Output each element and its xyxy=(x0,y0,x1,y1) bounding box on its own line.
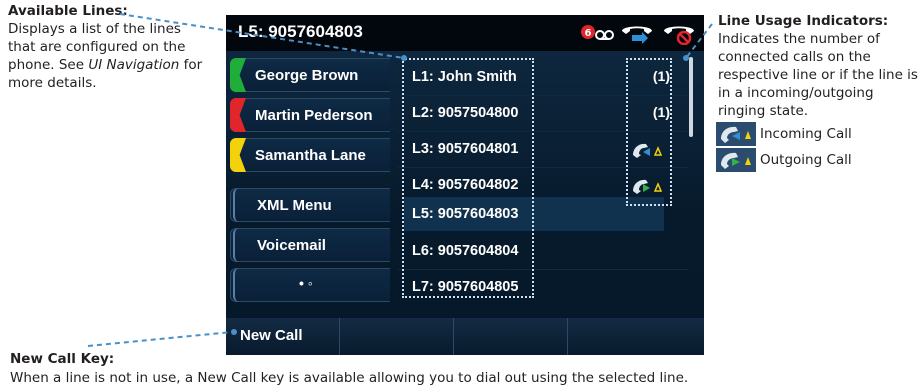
voicemail-icon[interactable]: 6 xyxy=(580,21,614,43)
line-key-label: XML Menu xyxy=(257,197,332,214)
new-call-key-title: New Call Key: xyxy=(10,351,115,367)
key-edge xyxy=(233,228,245,262)
line-status-tab xyxy=(230,138,246,172)
page-dots: • ◦ xyxy=(299,275,313,291)
incoming-call-icon xyxy=(716,122,756,146)
line-key-george-brown[interactable]: George Brown xyxy=(230,58,390,92)
line-key-label: Voicemail xyxy=(257,237,326,254)
softkey-label: New Call xyxy=(240,327,303,344)
line-key-label: Martin Pederson xyxy=(255,107,373,124)
status-title: L5: 9057604803 xyxy=(238,22,363,41)
line-key-label: Samantha Lane xyxy=(255,147,366,164)
available-lines-callout: Available Lines: Displays a list of the … xyxy=(8,2,208,92)
available-lines-highlight xyxy=(402,58,534,298)
outgoing-legend-label: Outgoing Call xyxy=(760,152,852,168)
call-forward-icon[interactable] xyxy=(620,21,654,45)
incoming-legend-label: Incoming Call xyxy=(760,126,852,142)
line-status-tab xyxy=(230,98,246,132)
line-key-label: George Brown xyxy=(255,67,359,84)
available-lines-title: Available Lines: xyxy=(8,3,128,19)
line-status-tab xyxy=(230,58,246,92)
line-key-xml-menu[interactable]: XML Menu xyxy=(230,188,390,222)
scrollbar[interactable] xyxy=(689,57,693,137)
key-edge xyxy=(233,268,245,302)
softkey-3[interactable] xyxy=(454,318,568,355)
do-not-disturb-icon[interactable] xyxy=(662,21,696,45)
key-edge xyxy=(233,188,245,222)
call-count-indicator: (1) xyxy=(652,104,670,120)
line-key-samantha-lane[interactable]: Samantha Lane xyxy=(230,138,390,172)
incoming-call-icon xyxy=(633,143,663,158)
outgoing-legend: Outgoing Call xyxy=(716,148,918,172)
call-count-indicator: (1) xyxy=(652,68,670,84)
line-usage-title: Line Usage Indicators: xyxy=(718,13,889,29)
voicemail-count: 6 xyxy=(585,28,592,39)
softkey-2[interactable] xyxy=(340,318,454,355)
outgoing-call-icon xyxy=(633,179,663,194)
line-key-martin-pederson[interactable]: Martin Pederson xyxy=(230,98,390,132)
phone-screen: L5: 9057604803 6 George Brown Martin Ped… xyxy=(226,15,704,355)
incoming-legend: Incoming Call xyxy=(716,122,918,146)
new-call-softkey[interactable]: New Call xyxy=(226,318,340,355)
new-call-key-callout: New Call Key: xyxy=(10,350,114,368)
softkey-bar: New Call xyxy=(226,318,704,355)
ui-navigation-link[interactable]: UI Navigation xyxy=(88,57,179,73)
softkey-4[interactable] xyxy=(568,318,704,355)
line-usage-callout: Line Usage Indicators: Indicates the num… xyxy=(716,12,918,172)
new-call-key-leader xyxy=(87,331,233,347)
outgoing-call-icon xyxy=(716,148,756,172)
new-call-key-text: When a line is not in use, a New Call ke… xyxy=(10,370,689,386)
line-usage-text: Indicates the number of connected calls … xyxy=(718,31,918,119)
status-bar: L5: 9057604803 6 xyxy=(226,15,704,51)
more-keys-button[interactable]: • ◦ xyxy=(230,268,390,302)
line-key-voicemail[interactable]: Voicemail xyxy=(230,228,390,262)
